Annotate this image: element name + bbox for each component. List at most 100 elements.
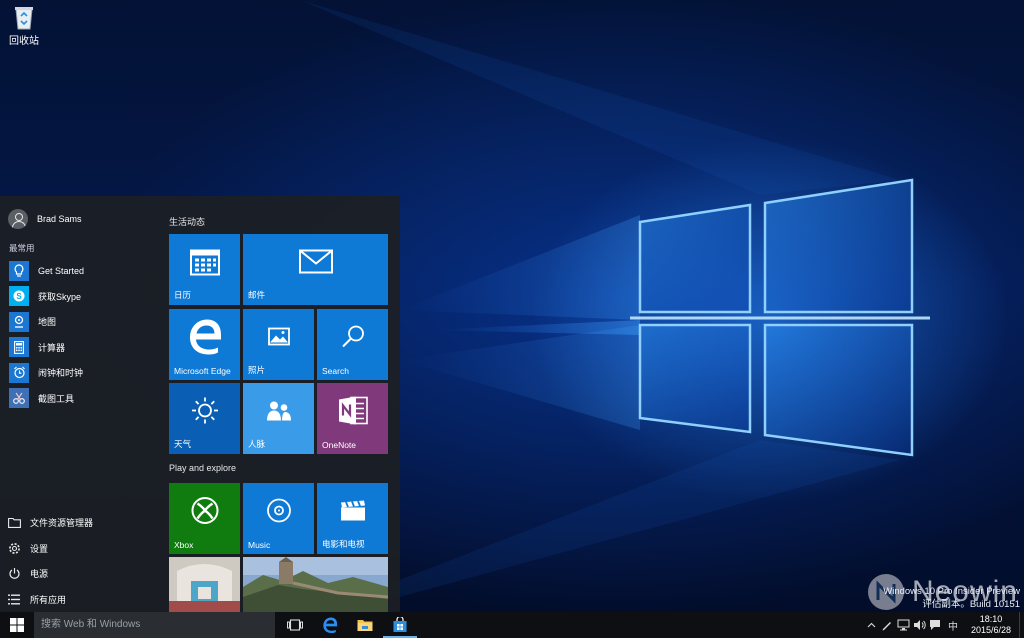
taskbar: 搜索 Web 和 Windows 中 18:10 2015/6/28 <box>0 612 1024 638</box>
app-item-get-started[interactable]: Get Started <box>9 258 84 284</box>
windows-logo-icon <box>10 618 24 632</box>
svg-text:S: S <box>16 292 22 301</box>
tile-label: Xbox <box>174 540 194 550</box>
tile-calendar[interactable]: 日历 <box>169 234 240 305</box>
sys-item-label: 文件资源管理器 <box>30 518 94 529</box>
pen-input-icon[interactable] <box>879 612 895 638</box>
start-menu: Brad Sams 最常用 Get Started S 获取Skype 地图 计 <box>0 196 400 612</box>
tile-label: 天气 <box>174 439 192 449</box>
tile-movies[interactable]: 电影和电视 <box>317 483 388 554</box>
tile-great-wall-photo[interactable] <box>243 557 388 612</box>
tile-search[interactable]: Search <box>317 309 388 380</box>
edge-icon <box>323 617 338 633</box>
tile-label: 照片 <box>248 365 266 375</box>
store-icon <box>393 617 407 632</box>
tile-label: 邮件 <box>248 290 266 300</box>
recycle-bin-desktop-icon[interactable]: 回收站 <box>4 4 44 47</box>
action-center-icon[interactable] <box>927 612 943 638</box>
tile-photo-preview[interactable] <box>169 557 240 612</box>
sys-item-label: 所有应用 <box>30 594 67 605</box>
tile-label: Search <box>322 366 349 376</box>
volume-icon[interactable] <box>911 612 927 638</box>
network-icon[interactable] <box>895 612 911 638</box>
tile-people[interactable]: 人脉 <box>243 383 314 454</box>
recycle-bin-icon <box>13 4 35 30</box>
xbox-icon <box>191 496 219 529</box>
tile-label: 日历 <box>174 290 192 300</box>
task-view-icon <box>287 619 303 631</box>
tile-mail[interactable]: 邮件 <box>243 234 388 305</box>
tile-label: Music <box>248 540 271 550</box>
recycle-bin-label: 回收站 <box>9 36 39 47</box>
user-account-button[interactable]: Brad Sams <box>8 208 82 230</box>
tile-label: 人脉 <box>248 439 266 449</box>
clock-time: 18:10 <box>979 614 1003 624</box>
photos-icon <box>267 327 290 350</box>
file-explorer-button[interactable]: 文件资源管理器 <box>7 510 93 536</box>
app-item-alarms[interactable]: 闹钟和时钟 <box>9 360 84 386</box>
app-item-label: 计算器 <box>38 342 66 353</box>
mail-icon <box>298 249 333 278</box>
taskbar-clock[interactable]: 18:10 2015/6/28 <box>963 614 1019 636</box>
app-item-calculator[interactable]: 计算器 <box>9 335 84 361</box>
edge-icon <box>187 318 223 359</box>
tile-label: 电影和电视 <box>322 539 365 549</box>
group-title-life: 生活动态 <box>169 217 206 227</box>
music-icon <box>266 497 292 528</box>
build-watermark: Windows 10 Pro Insider Preview 评估副本。Buil… <box>883 585 1020 611</box>
taskbar-store-button[interactable] <box>383 612 417 638</box>
search-icon <box>341 324 365 353</box>
system-list: 文件资源管理器 设置 电源 所有应用 <box>7 510 93 612</box>
tile-onenote[interactable]: OneNote <box>317 383 388 454</box>
snipping-tool-icon <box>9 388 29 409</box>
group-title-play: Play and explore <box>169 463 237 473</box>
system-tray: 中 18:10 2015/6/28 <box>863 612 1024 638</box>
settings-button[interactable]: 设置 <box>7 536 93 562</box>
alarm-icon <box>9 362 29 383</box>
tile-photos[interactable]: 照片 <box>243 309 314 380</box>
lightbulb-icon <box>9 260 29 281</box>
most-used-header: 最常用 <box>9 243 35 253</box>
show-desktop-button[interactable] <box>1019 612 1024 638</box>
build-number: 评估副本。Build 10151 <box>922 599 1020 610</box>
tile-label: Microsoft Edge <box>174 366 231 376</box>
user-name: Brad Sams <box>37 214 82 224</box>
file-explorer-icon <box>7 516 21 530</box>
search-input[interactable]: 搜索 Web 和 Windows <box>34 612 275 638</box>
app-item-skype[interactable]: S 获取Skype <box>9 284 84 310</box>
photo-thumbnail <box>169 557 240 612</box>
sys-item-label: 电源 <box>30 569 49 580</box>
start-button[interactable] <box>0 612 34 638</box>
power-icon <box>7 567 21 581</box>
sun-icon <box>191 396 219 429</box>
file-explorer-icon <box>357 620 373 631</box>
app-item-maps[interactable]: 地图 <box>9 309 84 335</box>
taskbar-file-explorer-button[interactable] <box>348 612 382 638</box>
tile-music[interactable]: Music <box>243 483 314 554</box>
tile-weather[interactable]: 天气 <box>169 383 240 454</box>
people-icon <box>266 399 292 426</box>
clapperboard-icon <box>340 499 366 526</box>
build-edition: Windows 10 Pro Insider Preview <box>883 586 1020 597</box>
app-item-snipping-tool[interactable]: 截图工具 <box>9 386 84 412</box>
skype-icon: S <box>9 286 29 307</box>
all-apps-icon <box>7 592 21 606</box>
most-used-list: Get Started S 获取Skype 地图 计算器 闹钟和时钟 截图工具 <box>9 258 84 411</box>
clock-date: 2015/6/28 <box>970 625 1012 635</box>
taskbar-edge-button[interactable] <box>313 612 347 638</box>
task-view-button[interactable] <box>278 612 312 638</box>
tile-edge[interactable]: Microsoft Edge <box>169 309 240 380</box>
ime-indicator[interactable]: 中 <box>943 612 963 638</box>
chevron-up-icon[interactable] <box>863 612 879 638</box>
power-button[interactable]: 电源 <box>7 561 93 587</box>
calculator-icon <box>9 337 29 358</box>
app-item-label: 获取Skype <box>38 291 82 302</box>
all-apps-button[interactable]: 所有应用 <box>7 587 93 613</box>
app-item-label: 地图 <box>38 317 57 328</box>
onenote-icon <box>337 394 369 431</box>
app-item-label: Get Started <box>38 265 85 276</box>
calendar-icon <box>189 247 220 280</box>
tile-xbox[interactable]: Xbox <box>169 483 240 554</box>
gear-icon <box>7 541 21 555</box>
maps-icon <box>9 311 29 332</box>
